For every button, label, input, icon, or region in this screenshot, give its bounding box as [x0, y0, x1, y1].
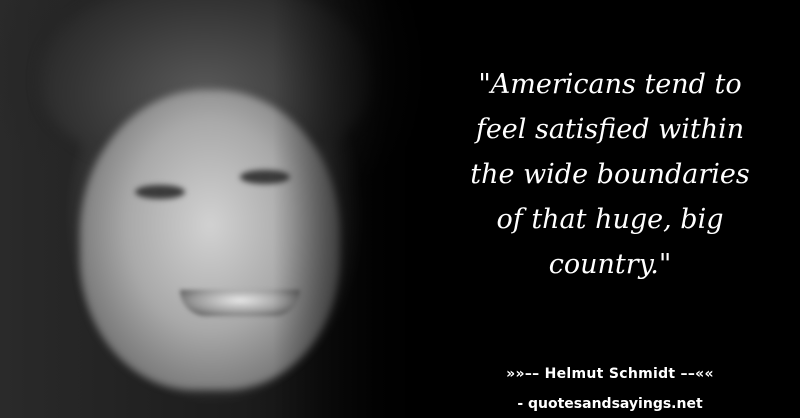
portrait-fade-overlay: [0, 0, 440, 418]
portrait-photo: [0, 0, 440, 418]
quote-card: "Americans tend to feel satisfied within…: [0, 0, 800, 418]
quote-line: of that huge, big: [496, 204, 724, 235]
source-credit: - quotesandsayings.net: [517, 396, 703, 412]
author-attribution: »»–– Helmut Schmidt ––««: [506, 366, 714, 382]
quote-line: the wide boundaries: [470, 159, 750, 190]
quote-line: "Americans tend to: [478, 69, 742, 100]
quote-text: "Americans tend to feel satisfied within…: [440, 62, 780, 287]
quote-block: "Americans tend to feel satisfied within…: [440, 62, 780, 287]
quote-line: feel satisfied within: [475, 114, 745, 145]
quote-line: country.": [548, 249, 672, 280]
